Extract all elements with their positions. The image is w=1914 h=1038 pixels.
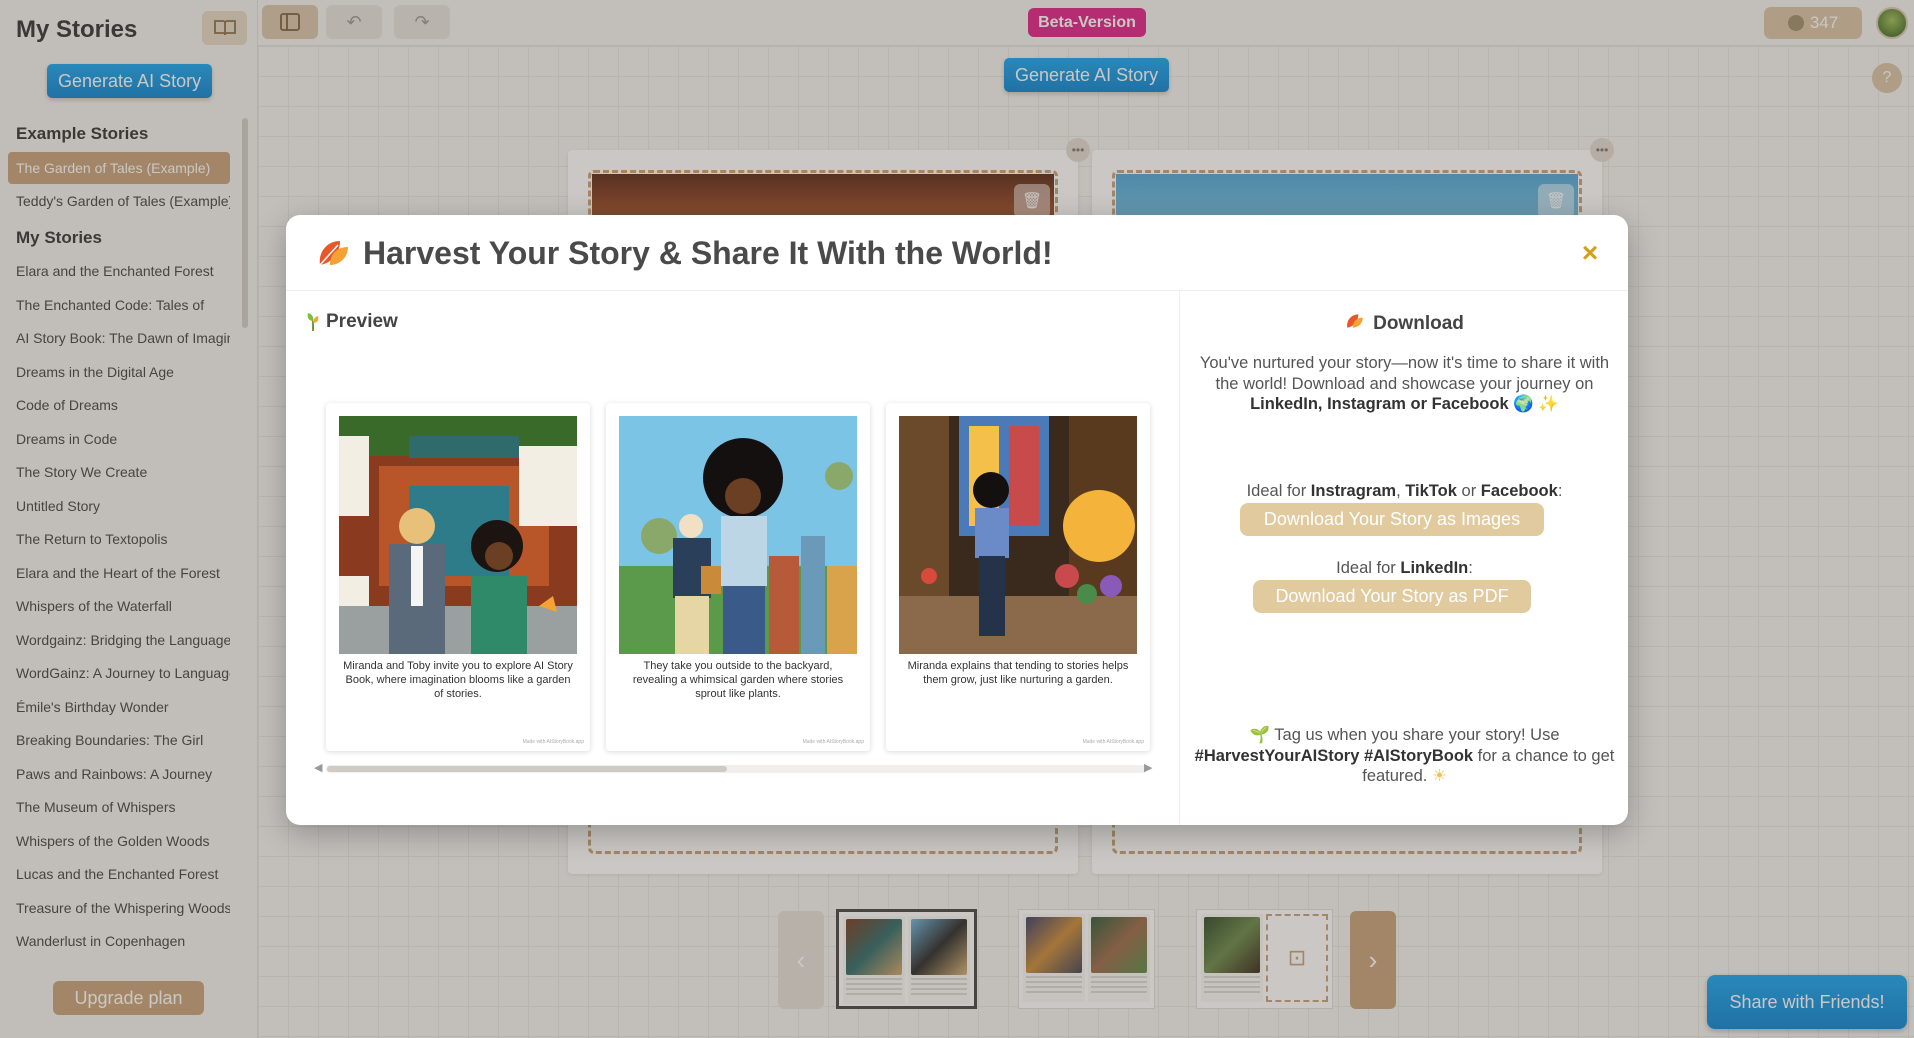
page-illustration bbox=[899, 416, 1137, 654]
intro-platforms: LinkedIn, Instagram or Facebook bbox=[1250, 395, 1509, 413]
page-watermark: Made with AIStoryBook.app bbox=[522, 739, 584, 745]
download-heading-row: Download bbox=[1180, 311, 1628, 336]
ideal-linkedin: LinkedIn bbox=[1400, 559, 1469, 577]
preview-heading: Preview bbox=[326, 311, 398, 332]
ideal-social-2: TikTok bbox=[1405, 482, 1457, 500]
scroll-right-icon[interactable]: ▶ bbox=[1144, 761, 1152, 774]
ideal-colon: : bbox=[1468, 559, 1473, 577]
preview-page: They take you outside to the backyard, r… bbox=[606, 403, 870, 751]
ideal-sep: , bbox=[1396, 482, 1401, 500]
ideal-linkedin-label: Ideal for LinkedIn: bbox=[1192, 558, 1617, 579]
modal-title: Harvest Your Story & Share It With the W… bbox=[363, 235, 1053, 271]
page-illustration bbox=[339, 416, 577, 654]
leaf-icon bbox=[316, 237, 352, 274]
ideal-social-3: Facebook bbox=[1480, 482, 1558, 500]
sun-icon: ☀ bbox=[1431, 767, 1447, 785]
page-illustration bbox=[619, 416, 857, 654]
ideal-social-1: Instragram bbox=[1310, 482, 1397, 500]
preview-panel: Preview Miranda and Toby invite you to e… bbox=[286, 291, 1179, 825]
tag-text-intro: Tag us when you share your story! Use bbox=[1274, 726, 1560, 744]
leaf-icon bbox=[1345, 311, 1365, 336]
download-heading: Download bbox=[1373, 312, 1464, 334]
preview-scrollbar-thumb[interactable] bbox=[327, 766, 727, 772]
page-watermark: Made with AIStoryBook.app bbox=[802, 739, 864, 745]
download-panel: Download You've nurtured your story—now … bbox=[1179, 291, 1628, 825]
ideal-prefix: Ideal for bbox=[1246, 482, 1307, 500]
tag-hashtags: #HarvestYourAIStory #AIStoryBook bbox=[1194, 746, 1474, 765]
ideal-colon: : bbox=[1557, 482, 1563, 500]
modal-header: Harvest Your Story & Share It With the W… bbox=[286, 215, 1628, 291]
page-caption: Miranda explains that tending to stories… bbox=[907, 660, 1129, 686]
scroll-left-icon[interactable]: ◀ bbox=[314, 761, 322, 774]
download-images-button[interactable]: Download Your Story as Images bbox=[1240, 503, 1544, 536]
download-intro: You've nurtured your story—now it's time… bbox=[1192, 353, 1617, 415]
seedling-icon: 🌱 bbox=[1249, 726, 1270, 744]
ideal-social-label: Ideal for Instragram, TikTok or Facebook… bbox=[1192, 481, 1617, 502]
page-caption: Miranda and Toby invite you to explore A… bbox=[343, 660, 573, 700]
share-modal: Harvest Your Story & Share It With the W… bbox=[286, 215, 1628, 825]
ideal-prefix: Ideal for bbox=[1336, 559, 1396, 577]
seedling-icon bbox=[306, 311, 320, 336]
intro-text: You've nurtured your story—now it's time… bbox=[1199, 354, 1610, 393]
page-caption: They take you outside to the backyard, r… bbox=[632, 660, 844, 700]
preview-page: Miranda and Toby invite you to explore A… bbox=[326, 403, 590, 751]
download-pdf-button[interactable]: Download Your Story as PDF bbox=[1253, 580, 1531, 613]
close-icon[interactable]: × bbox=[1576, 239, 1604, 267]
ideal-or: or bbox=[1461, 482, 1477, 500]
page-watermark: Made with AIStoryBook.app bbox=[1082, 739, 1144, 745]
globe-sparkle-icon: 🌍 ✨ bbox=[1513, 395, 1559, 413]
preview-page: Miranda explains that tending to stories… bbox=[886, 403, 1150, 751]
tag-text: 🌱 Tag us when you share your story! Use … bbox=[1192, 725, 1617, 787]
